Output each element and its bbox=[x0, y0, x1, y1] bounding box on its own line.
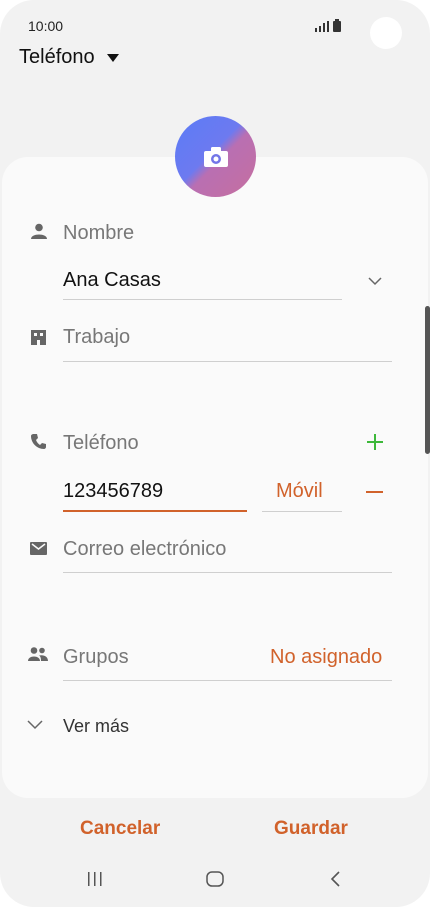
cancel-button[interactable]: Cancelar bbox=[80, 818, 160, 840]
see-more-button[interactable]: Ver más bbox=[63, 716, 129, 737]
chevron-down-icon[interactable] bbox=[368, 277, 382, 286]
signal-icon bbox=[315, 21, 329, 32]
groups-label: Grupos bbox=[63, 646, 129, 668]
chevron-down-icon bbox=[27, 720, 43, 730]
recent-apps-icon[interactable] bbox=[88, 871, 102, 887]
work-input[interactable]: Trabajo bbox=[63, 326, 130, 349]
save-button[interactable]: Guardar bbox=[274, 818, 348, 840]
status-time: 10:00 bbox=[28, 18, 64, 34]
email-underline bbox=[63, 572, 392, 573]
email-icon bbox=[30, 542, 47, 555]
phone-field-label: Teléfono bbox=[63, 432, 139, 454]
storage-label: Teléfono bbox=[19, 46, 95, 68]
phone-input[interactable]: 123456789 bbox=[63, 480, 163, 503]
home-icon[interactable] bbox=[206, 871, 224, 887]
add-phone-icon[interactable] bbox=[367, 434, 383, 450]
scrollbar[interactable] bbox=[425, 306, 430, 454]
building-icon bbox=[31, 330, 46, 345]
storage-selector[interactable]: Teléfono bbox=[19, 46, 119, 69]
email-input[interactable]: Correo electrónico bbox=[63, 538, 226, 561]
phone-type-dropdown[interactable]: Móvil bbox=[276, 480, 323, 503]
phone-icon bbox=[31, 434, 46, 449]
camera-icon bbox=[203, 146, 228, 167]
groups-value[interactable]: No asignado bbox=[270, 646, 382, 669]
phone-type-underline bbox=[262, 511, 342, 512]
contact-form-card bbox=[2, 157, 428, 798]
phone-screen: 10:00 Teléfono Nombre Ana Casas Trabajo … bbox=[0, 0, 430, 907]
name-field-label: Nombre bbox=[63, 222, 135, 244]
phone-underline-active bbox=[63, 510, 247, 512]
work-underline bbox=[63, 361, 392, 362]
name-input[interactable]: Ana Casas bbox=[63, 269, 161, 292]
dropdown-triangle-icon bbox=[106, 53, 119, 62]
back-icon[interactable] bbox=[330, 871, 340, 887]
person-icon bbox=[31, 223, 47, 239]
name-underline bbox=[63, 299, 342, 300]
status-icons bbox=[315, 19, 341, 32]
battery-icon bbox=[333, 19, 341, 32]
remove-phone-icon[interactable] bbox=[366, 491, 383, 493]
camera-cutout bbox=[370, 17, 402, 49]
group-icon bbox=[28, 647, 48, 661]
groups-underline bbox=[63, 680, 392, 681]
add-photo-button[interactable] bbox=[175, 116, 256, 197]
